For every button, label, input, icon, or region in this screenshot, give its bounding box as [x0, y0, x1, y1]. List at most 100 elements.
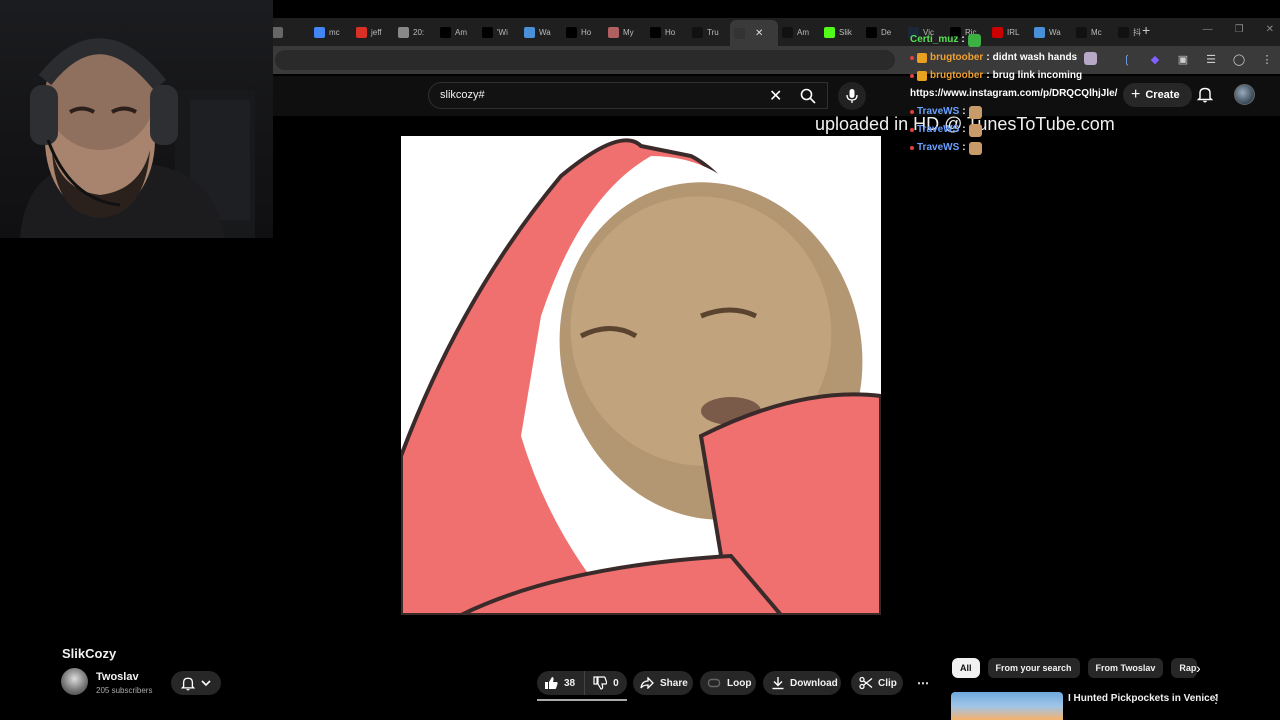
like-dislike-group: 38 0: [537, 671, 627, 695]
share-label: Share: [660, 677, 688, 689]
tab-favicon-icon: [440, 26, 451, 38]
clip-button[interactable]: Clip: [851, 671, 903, 695]
clear-search-icon[interactable]: ✕: [769, 86, 782, 106]
tab-label: Am: [797, 27, 809, 37]
browser-tab[interactable]: Ho: [562, 20, 604, 44]
restore-icon[interactable]: ❐: [1235, 24, 1244, 35]
browser-tab[interactable]: Tru: [688, 20, 730, 44]
browser-tab[interactable]: My: [604, 20, 646, 44]
chat-separator: :: [962, 106, 966, 117]
tab-favicon-icon: [566, 26, 577, 38]
chat-username: brugtoober: [930, 52, 984, 63]
tab-favicon-icon: [398, 26, 409, 38]
filter-chip[interactable]: All: [952, 658, 980, 678]
browser-tab[interactable]: ✕: [730, 20, 778, 46]
related-filter-chips: All From your search From Twoslav Rap: [952, 658, 1198, 678]
recommendation-thumbnail[interactable]: [951, 692, 1063, 720]
address-bar[interactable]: [275, 50, 895, 70]
chat-message: brugtoober: brug link incoming: [910, 67, 1160, 85]
browser-tab[interactable]: mc: [310, 20, 352, 44]
chat-username: brugtoober: [930, 70, 984, 81]
filter-chip[interactable]: From your search: [987, 658, 1080, 678]
search-input[interactable]: [440, 89, 760, 101]
browser-tab[interactable]: 'Wi: [478, 20, 520, 44]
browser-tab[interactable]: Ho: [646, 20, 688, 44]
filter-chip[interactable]: Rap: [1171, 658, 1198, 678]
tab-favicon-icon: [356, 26, 367, 38]
live-dot-icon: [910, 56, 914, 60]
tab-label: 20:: [413, 27, 425, 37]
browser-tab[interactable]: Am: [436, 20, 478, 44]
browser-menu-icon[interactable]: ⋮: [1260, 52, 1274, 66]
tab-label: jeff: [371, 27, 382, 37]
share-icon: [640, 677, 654, 689]
chat-separator: :: [961, 34, 965, 45]
chat-message: TraveWS:: [910, 139, 1160, 157]
download-button[interactable]: Download: [763, 671, 841, 695]
minimize-icon[interactable]: —: [1203, 24, 1213, 35]
tab-favicon-icon: [866, 26, 877, 38]
video-player[interactable]: [401, 136, 881, 615]
like-selection-underline: [537, 699, 627, 701]
tab-favicon-icon: [608, 26, 619, 38]
notifications-button[interactable]: [1196, 86, 1214, 108]
tab-favicon-icon: [482, 26, 493, 38]
chat-badge-icon: [917, 71, 927, 81]
chat-separator: :: [962, 124, 966, 135]
bell-icon: [181, 677, 195, 690]
browser-tab[interactable]: jeff: [352, 20, 394, 44]
chevron-right-icon[interactable]: ›: [1196, 660, 1201, 676]
recommendation-menu-icon[interactable]: ⋮: [1210, 692, 1222, 706]
share-button[interactable]: Share: [633, 671, 693, 695]
chat-username: TraveWS: [917, 124, 960, 135]
streamer-webcam-image: [20, 38, 255, 238]
subscriber-count: 205 subscribers: [96, 686, 153, 695]
close-tab-icon[interactable]: ✕: [755, 28, 763, 39]
download-icon: [772, 677, 784, 690]
browser-tab[interactable]: [268, 20, 310, 44]
chat-message: TraveWS:: [910, 103, 1160, 121]
search-box[interactable]: ✕: [428, 82, 828, 109]
dislike-button[interactable]: 0: [585, 676, 627, 690]
loop-button[interactable]: Loop: [700, 671, 756, 695]
tab-label: 'Wi: [497, 27, 508, 37]
search-icon: [800, 88, 816, 104]
tab-label: Tru: [707, 27, 719, 37]
chat-username: TraveWS: [917, 106, 960, 117]
webcam-overlay: [0, 0, 273, 238]
browser-tab[interactable]: Slik: [820, 20, 862, 44]
recommendation-title[interactable]: I Hunted Pickpockets in Venice!: [1068, 693, 1219, 704]
puzzle-icon[interactable]: ▣: [1176, 52, 1190, 66]
emote-icon: [1084, 51, 1098, 65]
bell-icon: [1196, 87, 1214, 103]
tab-label: Slik: [839, 27, 852, 37]
browser-tab[interactable]: Am: [778, 20, 820, 44]
profile-icon[interactable]: ◯: [1232, 52, 1246, 66]
notification-settings-button[interactable]: [171, 671, 221, 695]
emote-icon: [968, 141, 982, 155]
channel-avatar[interactable]: [61, 668, 88, 695]
channel-name[interactable]: Twoslav: [96, 671, 139, 683]
tab-favicon-icon: [734, 27, 745, 39]
tab-search-icon[interactable]: ☰: [1204, 52, 1218, 66]
tab-favicon-icon: [824, 26, 835, 38]
like-button[interactable]: 38: [537, 671, 586, 695]
close-window-icon[interactable]: ✕: [1266, 24, 1274, 35]
account-avatar[interactable]: [1234, 84, 1255, 105]
chat-overlay: Certi_muz: brugtoober: didnt wash hands bru…: [910, 31, 1160, 157]
browser-tab[interactable]: Wa: [520, 20, 562, 44]
browser-tab[interactable]: 20:: [394, 20, 436, 44]
browser-tab[interactable]: De: [862, 20, 904, 44]
search-button[interactable]: [790, 82, 826, 109]
filter-chip[interactable]: From Twoslav: [1087, 658, 1164, 678]
chat-username: TraveWS: [917, 142, 960, 153]
chat-separator: :: [986, 52, 990, 63]
tab-label: mc: [329, 27, 340, 37]
more-actions-button[interactable]: ⋯: [910, 671, 936, 695]
voice-search-button[interactable]: [838, 82, 866, 110]
chat-message: Certi_muz:: [910, 31, 1160, 49]
video-frame-image: [401, 136, 881, 615]
tab-label: My: [623, 27, 634, 37]
tab-favicon-icon: [272, 26, 283, 38]
tab-favicon-icon: [524, 26, 535, 38]
